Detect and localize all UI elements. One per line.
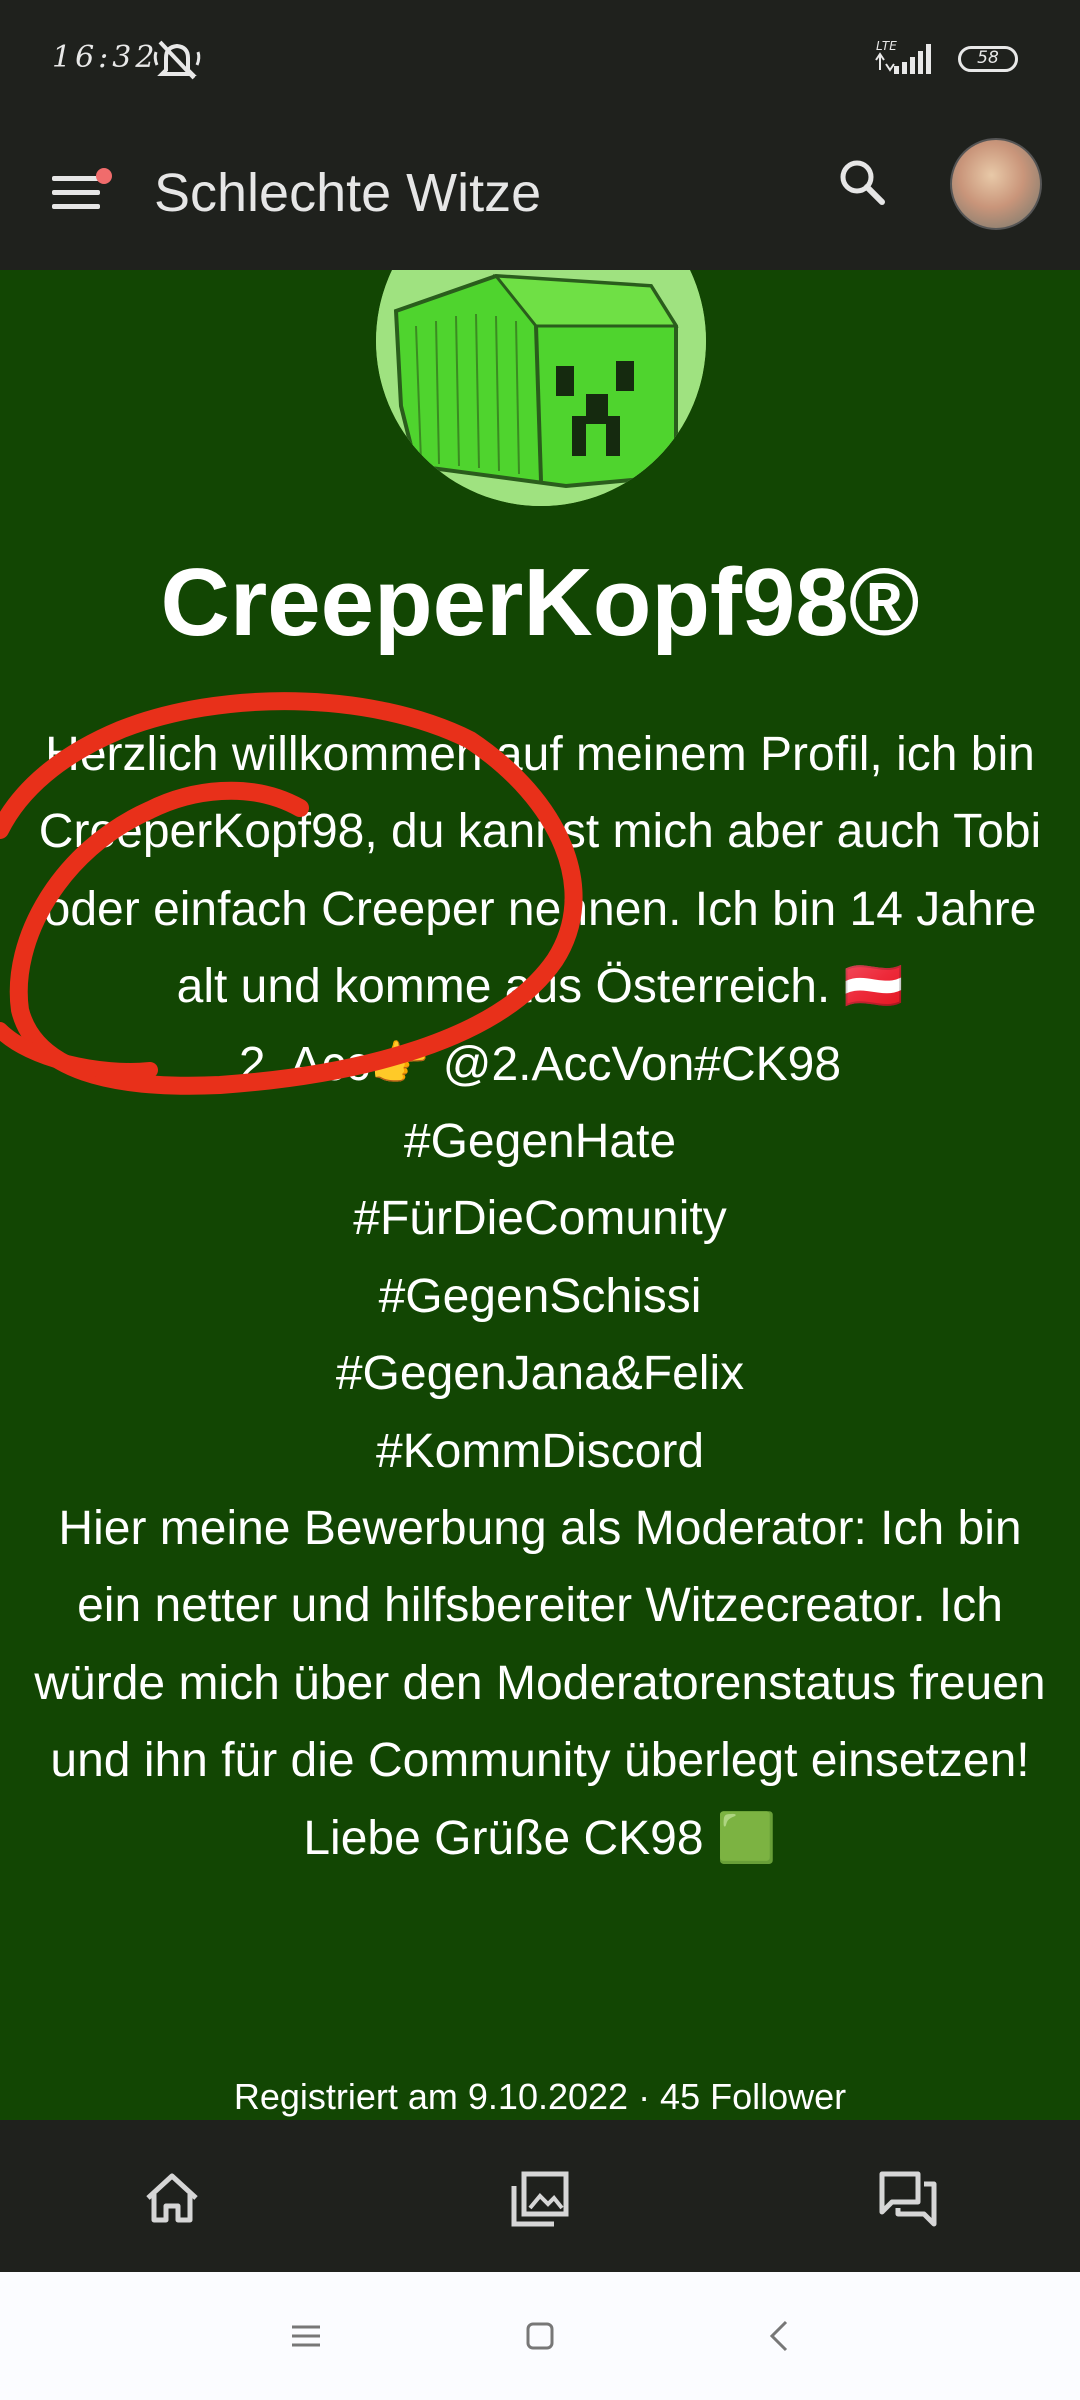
square-home-icon <box>526 2322 554 2350</box>
recent-apps-icon <box>292 2325 320 2347</box>
silent-bell-icon <box>153 40 201 80</box>
network-label: LTE <box>876 39 897 53</box>
recent-apps-button[interactable] <box>286 2316 326 2356</box>
nav-home-button[interactable] <box>140 2168 204 2228</box>
status-bar: 16:32 LTE 58 <box>0 0 1080 120</box>
back-button[interactable] <box>760 2316 800 2356</box>
status-time: 16:32 <box>52 40 159 75</box>
profile-bio: Herzlich willkommen auf meinem Profil, i… <box>34 728 1046 1865</box>
nav-gallery-button[interactable] <box>508 2168 572 2228</box>
back-chevron-icon <box>769 2320 788 2352</box>
app-title: Schlechte Witze <box>154 163 542 223</box>
search-button[interactable] <box>828 148 898 218</box>
notification-dot <box>96 168 112 184</box>
battery-icon: 58 <box>958 46 1018 72</box>
battery-level: 58 <box>977 48 999 68</box>
home-system-button[interactable] <box>520 2316 560 2356</box>
home-icon <box>146 2173 198 2223</box>
gallery-icon <box>511 2171 569 2227</box>
search-icon <box>840 160 885 205</box>
menu-button[interactable] <box>46 160 112 220</box>
profile-username: CreeperKopf98® <box>160 549 920 656</box>
chat-icon <box>879 2171 937 2227</box>
bottom-navigation <box>0 2120 1080 2272</box>
signal-icon: LTE <box>875 39 931 74</box>
nav-chat-button[interactable] <box>876 2168 940 2228</box>
app-bar: Schlechte Witze <box>0 120 1080 270</box>
registration-info: Registriert am 9.10.2022 · 45 Follower <box>233 2076 847 2117</box>
system-navigation-bar <box>0 2272 1080 2400</box>
user-avatar[interactable] <box>950 138 1042 230</box>
